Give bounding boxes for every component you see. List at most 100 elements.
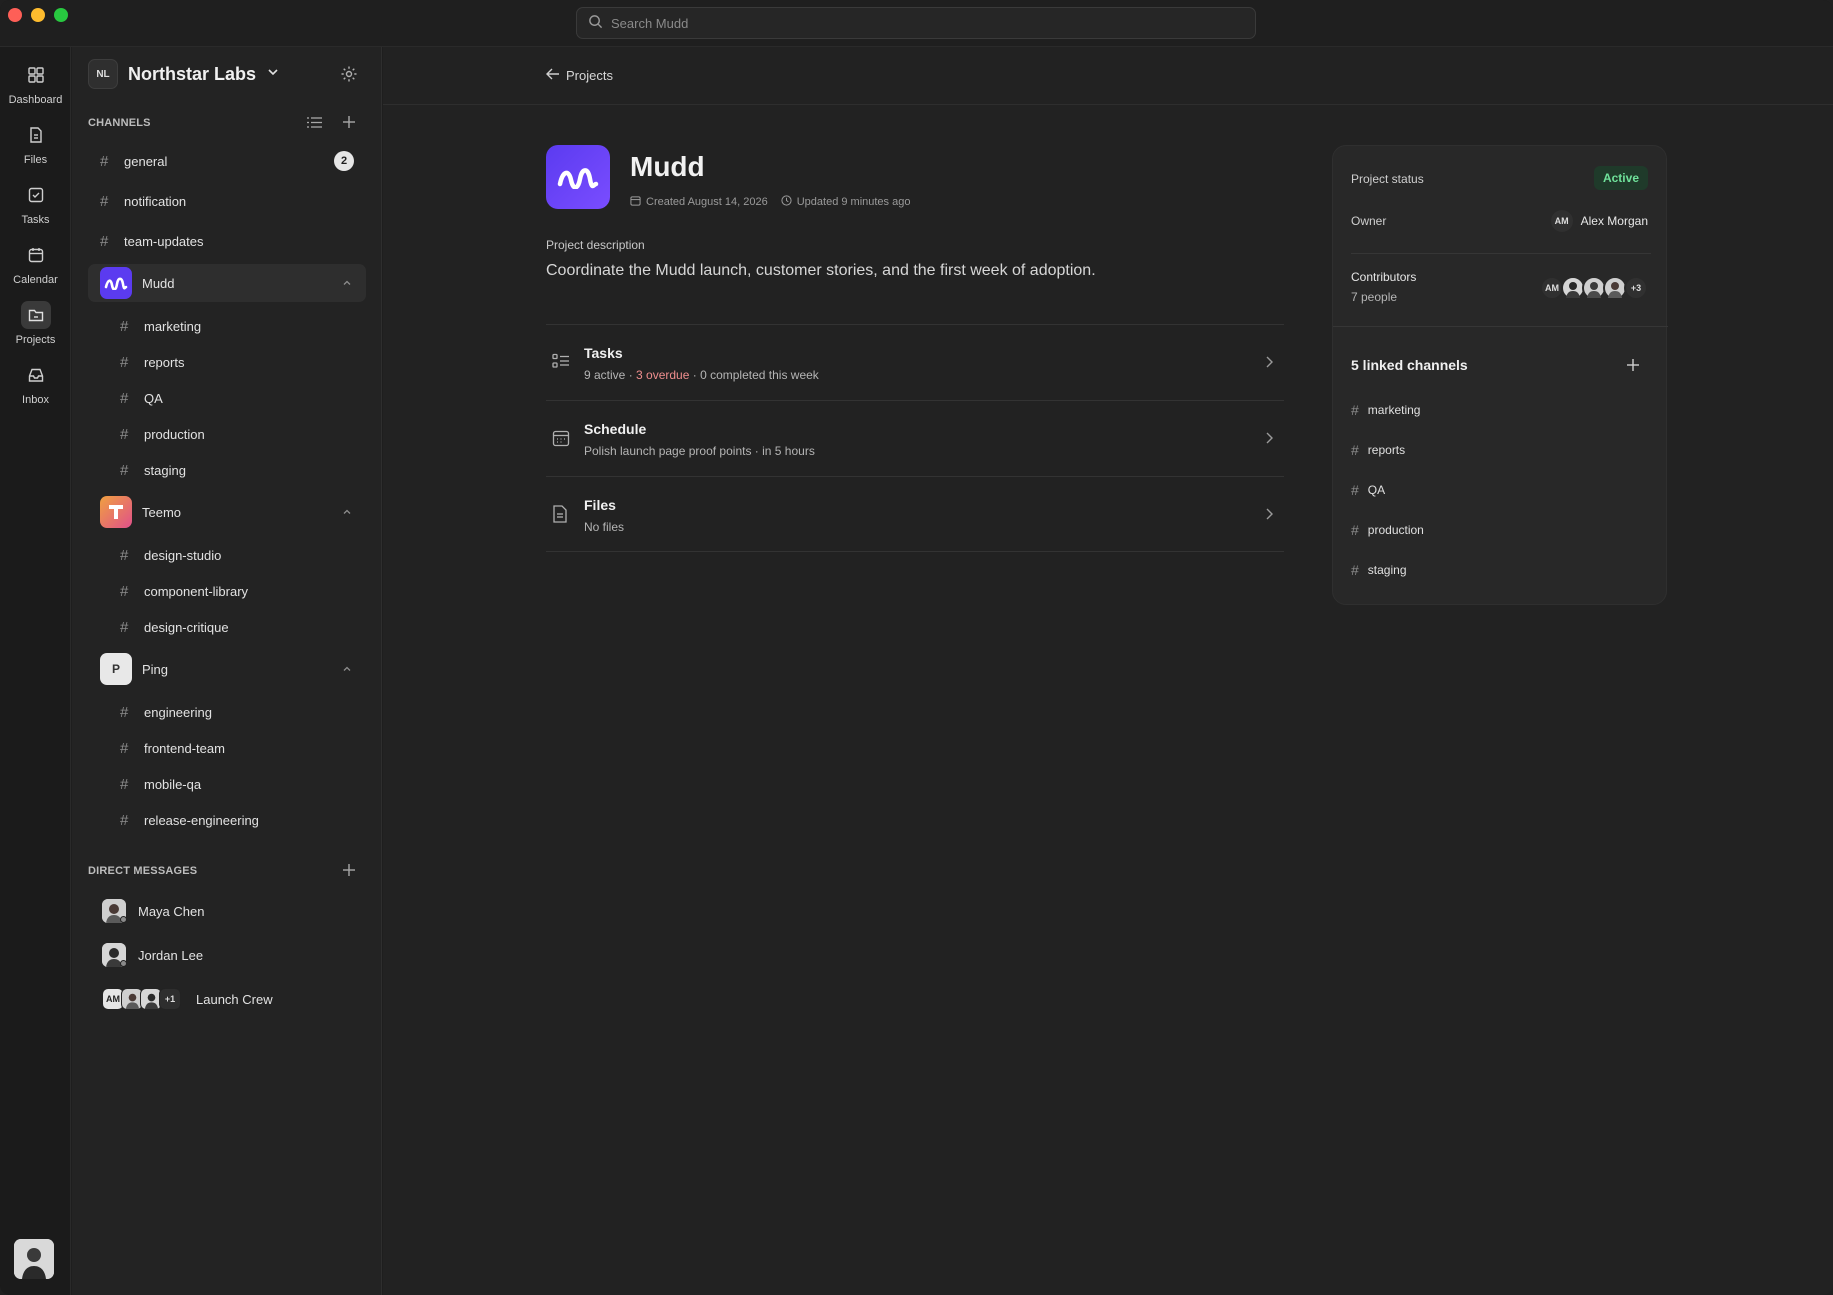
chevron-up-icon[interactable] <box>342 662 352 677</box>
hash-icon: # <box>120 582 129 600</box>
group-teemo[interactable]: Teemo <box>88 493 366 531</box>
minimize-window-button[interactable] <box>31 8 45 22</box>
gear-icon[interactable] <box>338 63 360 85</box>
maximize-window-button[interactable] <box>54 8 68 22</box>
rail-item-tasks[interactable]: Tasks <box>0 181 71 237</box>
back-to-projects-link[interactable]: Projects <box>546 68 613 83</box>
hash-icon: # <box>1351 442 1359 458</box>
rail-item-dashboard[interactable]: Dashboard <box>0 61 71 117</box>
owner-chip[interactable]: AM Alex Morgan <box>1550 210 1648 232</box>
linked-channel-label: production <box>1367 523 1424 537</box>
top-bar: Projects <box>383 47 1833 105</box>
channel-notification[interactable]: # notification <box>88 183 366 219</box>
active-count: 9 active · <box>584 368 637 382</box>
channel-frontend-team[interactable]: # frontend-team <box>88 730 366 766</box>
linked-channel-production[interactable]: # production <box>1351 522 1424 538</box>
linked-channel-staging[interactable]: # staging <box>1351 562 1407 578</box>
channel-label: component-library <box>144 583 249 599</box>
channel-marketing[interactable]: # marketing <box>88 308 366 344</box>
group-label: Teemo <box>142 504 182 520</box>
channel-reports[interactable]: # reports <box>88 344 366 380</box>
channel-sidebar: NL Northstar Labs CHANNELS # general 2 #… <box>72 47 382 1295</box>
row-title: Schedule <box>584 421 647 437</box>
hash-icon: # <box>100 192 109 210</box>
channel-design-critique[interactable]: # design-critique <box>88 609 366 645</box>
linked-channel-reports[interactable]: # reports <box>1351 442 1405 458</box>
hash-icon: # <box>1351 562 1359 578</box>
contributors-label: Contributors <box>1351 270 1417 284</box>
hash-icon: # <box>1351 482 1359 498</box>
rail-item-inbox[interactable]: Inbox <box>0 361 71 417</box>
tasks-row[interactable]: Tasks 9 active · 3 overdue · 0 completed… <box>546 324 1284 400</box>
contributors-count: 7 people <box>1351 290 1398 304</box>
contributors-avatar-stack[interactable]: AM +3 <box>1540 276 1648 300</box>
close-window-button[interactable] <box>8 8 22 22</box>
inbox-icon <box>21 361 51 389</box>
dm-jordan-lee[interactable]: Jordan Lee <box>88 935 366 975</box>
created-date: Created August 14, 2026 <box>646 196 768 208</box>
chevron-up-icon[interactable] <box>342 276 352 291</box>
hash-icon: # <box>120 703 129 721</box>
files-row[interactable]: Files No files <box>546 476 1284 552</box>
channel-component-library[interactable]: # component-library <box>88 573 366 609</box>
channel-qa[interactable]: # QA <box>88 380 366 416</box>
rail-label: Tasks <box>21 214 50 226</box>
calendar-icon <box>552 429 570 452</box>
status-label: Project status <box>1351 172 1424 186</box>
channel-engineering[interactable]: # engineering <box>88 694 366 730</box>
tasks-summary: 9 active · 3 overdue · 0 completed this … <box>584 368 819 382</box>
rail-label: Calendar <box>13 274 58 286</box>
projects-icon <box>20 301 51 329</box>
search-bar[interactable]: Search Mudd <box>576 7 1256 39</box>
nav-rail: Dashboard Files Tasks Calendar Projects <box>0 47 71 1295</box>
channel-release-engineering[interactable]: # release-engineering <box>88 802 366 838</box>
channel-label: reports <box>144 354 185 370</box>
channel-staging[interactable]: # staging <box>88 452 366 488</box>
hash-icon: # <box>120 425 129 443</box>
rail-item-projects[interactable]: Projects <box>0 301 71 357</box>
user-avatar[interactable] <box>14 1239 54 1279</box>
linked-channel-qa[interactable]: # QA <box>1351 482 1385 498</box>
channel-mobile-qa[interactable]: # mobile-qa <box>88 766 366 802</box>
channel-label: staging <box>144 462 186 478</box>
rail-item-files[interactable]: Files <box>0 121 71 177</box>
channel-label: design-critique <box>144 619 229 635</box>
dm-maya-chen[interactable]: Maya Chen <box>88 891 366 931</box>
rail-item-calendar[interactable]: Calendar <box>0 241 71 297</box>
main-content: Projects Mudd Created August 14, 2026 Up… <box>383 47 1833 1295</box>
list-icon[interactable] <box>303 111 325 133</box>
channel-label: general <box>124 153 168 169</box>
workspace-switcher[interactable]: NL Northstar Labs <box>88 59 280 89</box>
linked-channel-marketing[interactable]: # marketing <box>1351 402 1420 418</box>
dm-label: Launch Crew <box>196 991 273 1007</box>
channel-design-studio[interactable]: # design-studio <box>88 537 366 573</box>
schedule-summary: Polish launch page proof points · in 5 h… <box>584 444 815 458</box>
group-label: Ping <box>142 661 169 677</box>
calendar-icon <box>630 195 641 209</box>
status-badge[interactable]: Active <box>1593 166 1648 190</box>
chevron-up-icon[interactable] <box>342 505 352 520</box>
hash-icon: # <box>120 353 129 371</box>
hash-icon: # <box>100 152 109 170</box>
hash-icon: # <box>1351 522 1359 538</box>
group-mudd[interactable]: Mudd <box>88 264 366 302</box>
schedule-row[interactable]: Schedule Polish launch page proof points… <box>546 400 1284 476</box>
dm-section-title: DIRECT MESSAGES <box>88 865 198 877</box>
search-icon <box>588 14 603 32</box>
add-channel-icon[interactable] <box>338 111 360 133</box>
dm-launch-crew[interactable]: AM +1 Launch Crew <box>88 979 366 1019</box>
chevron-down-icon <box>266 65 280 84</box>
channel-general[interactable]: # general 2 <box>88 143 366 179</box>
mudd-logo-icon <box>100 267 132 299</box>
group-ping[interactable]: P Ping <box>88 650 366 688</box>
add-linked-channel-icon[interactable] <box>1622 354 1644 376</box>
hash-icon: # <box>1351 402 1359 418</box>
channel-label: QA <box>144 390 163 406</box>
divider <box>1333 326 1668 327</box>
rail-label: Inbox <box>22 394 49 406</box>
channel-production[interactable]: # production <box>88 416 366 452</box>
ping-logo-icon: P <box>100 653 132 685</box>
channel-team-updates[interactable]: # team-updates <box>88 223 366 259</box>
chevron-right-icon <box>1264 431 1274 450</box>
add-dm-icon[interactable] <box>338 859 360 881</box>
